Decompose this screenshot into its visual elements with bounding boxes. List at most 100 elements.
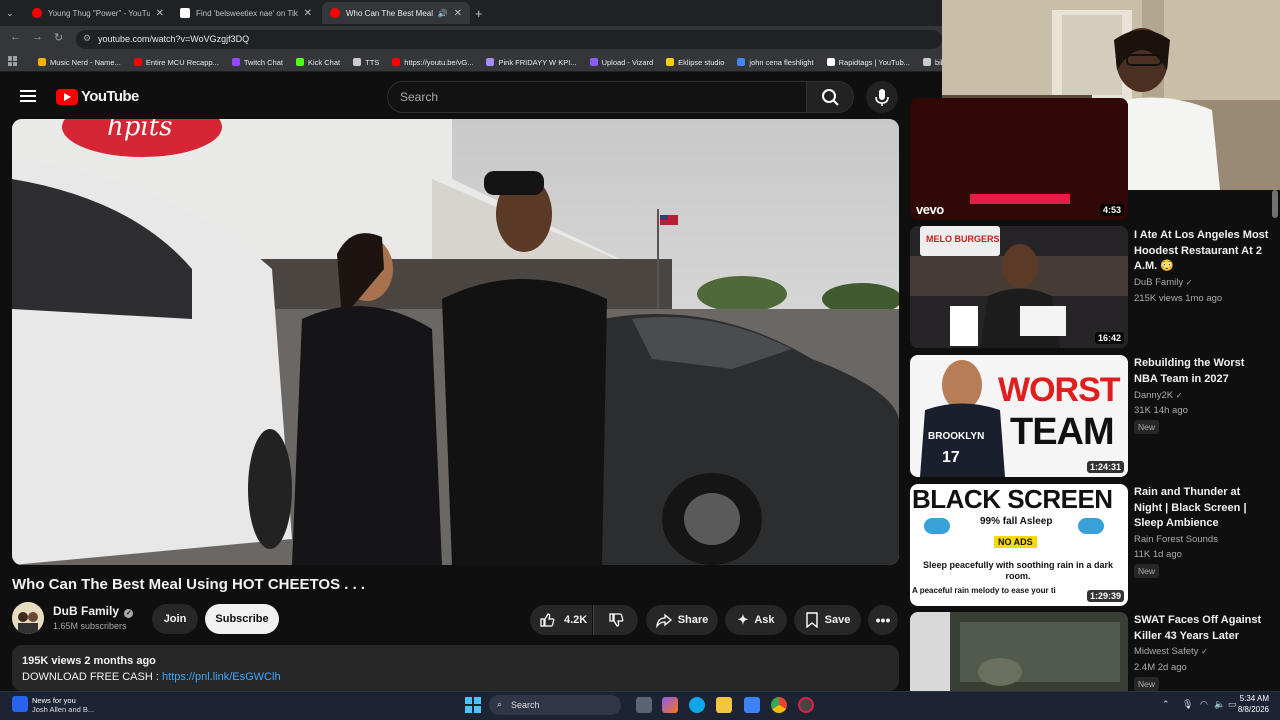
- related-meta: 2.4M 2d ago: [1134, 662, 1187, 673]
- channel-avatar[interactable]: [12, 602, 44, 634]
- search-icon: [822, 89, 839, 106]
- description-link[interactable]: https://pnl.link/EsGWClh: [162, 671, 281, 683]
- file-explorer-icon[interactable]: [716, 697, 732, 713]
- related-channel[interactable]: Danny2K ✓: [1134, 390, 1182, 401]
- wifi-icon[interactable]: ◠: [1200, 699, 1208, 710]
- channel-name[interactable]: DuB Family ✓: [53, 604, 134, 618]
- thumbnail-text: WORST: [998, 371, 1121, 409]
- bookmark-favicon-icon: [353, 58, 362, 66]
- bookmark-label: Kick Chat: [308, 57, 341, 67]
- related-thumbnail[interactable]: [910, 612, 1128, 691]
- news-widget-icon[interactable]: [12, 696, 28, 712]
- search-input[interactable]: Search: [387, 81, 807, 113]
- save-playlist-icon: [805, 612, 818, 628]
- obs-icon[interactable]: [798, 697, 814, 713]
- thumbs-down-icon: [609, 613, 624, 627]
- bookmark-favicon-icon: [922, 58, 931, 66]
- chrome-icon[interactable]: [771, 697, 787, 713]
- related-video-title[interactable]: I Ate At Los Angeles Most Hoodest Restau…: [1134, 228, 1269, 275]
- browser-tab-3-active[interactable]: Who Can The Best Meal Us 🔊 ✕: [322, 2, 470, 24]
- address-bar[interactable]: ⚙ youtube.com/watch?v=WoVGzgjf3DQ: [76, 30, 942, 49]
- description-box[interactable]: [12, 645, 899, 691]
- news-widget-title[interactable]: News for you: [32, 696, 76, 705]
- related-thumbnail[interactable]: vevo 4:53: [910, 98, 1128, 220]
- related-meta: 31K 14h ago: [1134, 405, 1188, 416]
- like-button[interactable]: 4.2K: [530, 605, 592, 635]
- forward-icon[interactable]: →: [32, 31, 43, 43]
- windows-start-icon[interactable]: [465, 697, 481, 713]
- related-thumbnail[interactable]: BLACK SCREEN 99% fall Asleep NO ADS Slee…: [910, 484, 1128, 606]
- sidebar-scrollbar[interactable]: [1272, 190, 1278, 218]
- tray-overflow-icon[interactable]: ⌃: [1162, 699, 1170, 710]
- save-button[interactable]: Save: [794, 605, 861, 635]
- search-button[interactable]: [806, 81, 854, 113]
- related-video-title[interactable]: SWAT Faces Off Against Killer 43 Years L…: [1134, 613, 1269, 644]
- volume-icon[interactable]: 🔈: [1214, 699, 1225, 710]
- share-button[interactable]: Share: [646, 605, 718, 635]
- related-channel[interactable]: DuB Family ✓: [1134, 277, 1192, 288]
- dislike-button[interactable]: [593, 605, 638, 635]
- thumbnail-text: MELO BURGERS: [926, 234, 1000, 244]
- browser-tab-2[interactable]: Find 'belsweetiex nae' on TikTok ✕: [172, 2, 320, 24]
- reload-icon[interactable]: ↻: [54, 31, 63, 44]
- battery-icon[interactable]: ▭: [1228, 699, 1237, 710]
- channel-name-text: DuB Family: [53, 604, 120, 618]
- bookmark-label: Eklipse studio: [678, 57, 725, 67]
- youtube-logo[interactable]: YouTube: [56, 88, 139, 105]
- back-icon[interactable]: ←: [10, 31, 21, 43]
- related-channel[interactable]: Midwest Safety ✓: [1134, 646, 1208, 657]
- related-video-title[interactable]: Rain and Thunder at Night | Black Screen…: [1134, 485, 1269, 532]
- video-frame: hpits: [12, 119, 899, 565]
- ask-button[interactable]: ✦ Ask: [725, 605, 787, 635]
- verified-icon: ✓: [1201, 647, 1208, 656]
- news-widget-subtitle: Josh Allen and B...: [32, 705, 95, 714]
- clock-date[interactable]: 8/8/2026: [1237, 705, 1269, 714]
- task-view-icon[interactable]: [636, 697, 652, 713]
- bookmark-favicon-icon: [826, 58, 835, 66]
- bookmark-item[interactable]: Eklipse studio: [666, 58, 724, 67]
- related-thumbnail[interactable]: MELO BURGERS 16:42: [910, 226, 1128, 348]
- bookmark-item[interactable]: Twitch Chat: [231, 58, 283, 67]
- audio-playing-icon[interactable]: 🔊: [438, 9, 448, 18]
- voice-search-button[interactable]: [866, 81, 898, 113]
- more-actions-button[interactable]: •••: [868, 605, 898, 635]
- tab-search-icon[interactable]: ⌄: [6, 8, 14, 19]
- bookmark-item[interactable]: Kick Chat: [296, 58, 340, 67]
- close-tab-icon[interactable]: ✕: [454, 8, 462, 19]
- site-info-icon[interactable]: ⚙: [83, 33, 91, 44]
- close-tab-icon[interactable]: ✕: [304, 8, 312, 19]
- close-tab-icon[interactable]: ✕: [156, 8, 164, 19]
- bookmark-item[interactable]: Rapidtags | YouTub...: [826, 58, 910, 67]
- subscribe-button[interactable]: Subscribe: [205, 604, 279, 634]
- join-button[interactable]: Join: [152, 604, 198, 634]
- bookmark-item[interactable]: john cena fleshlight: [737, 58, 814, 67]
- bookmark-label: Music Nerd - Name...: [50, 57, 121, 67]
- store-icon[interactable]: [744, 697, 760, 713]
- new-tab-button[interactable]: +: [475, 6, 483, 21]
- bookmark-item[interactable]: Pink FRIDAYY W KPI...: [486, 58, 577, 67]
- related-thumbnail[interactable]: BROOKLYN 17 WORST TEAM 1:24:31: [910, 355, 1128, 477]
- copilot-icon[interactable]: [662, 697, 678, 713]
- bookmark-item[interactable]: Upload - Vizard: [589, 58, 653, 67]
- bookmark-favicon-icon: [486, 58, 495, 66]
- apps-grid-icon[interactable]: [8, 56, 18, 66]
- related-channel[interactable]: Rain Forest Sounds: [1134, 534, 1218, 545]
- bookmark-item[interactable]: Music Nerd - Name...: [38, 58, 121, 67]
- video-title: Who Can The Best Meal Using HOT CHEETOS …: [12, 576, 366, 593]
- bookmark-item[interactable]: TTS: [353, 58, 379, 67]
- related-video-title[interactable]: Rebuilding the Worst NBA Team in 2027: [1134, 356, 1269, 387]
- browser-tab-1[interactable]: Young Thug "Power" - YouTube ✕: [24, 2, 172, 24]
- verified-icon: ✓: [1185, 278, 1193, 287]
- microphone-tray-icon[interactable]: 🎙: [1182, 699, 1193, 710]
- clock-time[interactable]: 5:34 AM: [1237, 694, 1269, 703]
- taskbar-search-box[interactable]: ⌕ Search: [489, 695, 621, 715]
- video-player[interactable]: hpits: [12, 119, 899, 565]
- subscribe-label: Subscribe: [215, 613, 269, 625]
- views-and-date: 195K views 2 months ago: [22, 655, 156, 667]
- bookmark-item[interactable]: Entire MCU Recapp...: [133, 58, 219, 67]
- bookmark-favicon-icon: [231, 58, 240, 66]
- bookmark-item[interactable]: https://youtu.be/vG...: [392, 58, 473, 67]
- thumbnail-badge: NO ADS: [994, 536, 1037, 548]
- edge-icon[interactable]: [689, 697, 705, 713]
- menu-icon[interactable]: [20, 90, 36, 102]
